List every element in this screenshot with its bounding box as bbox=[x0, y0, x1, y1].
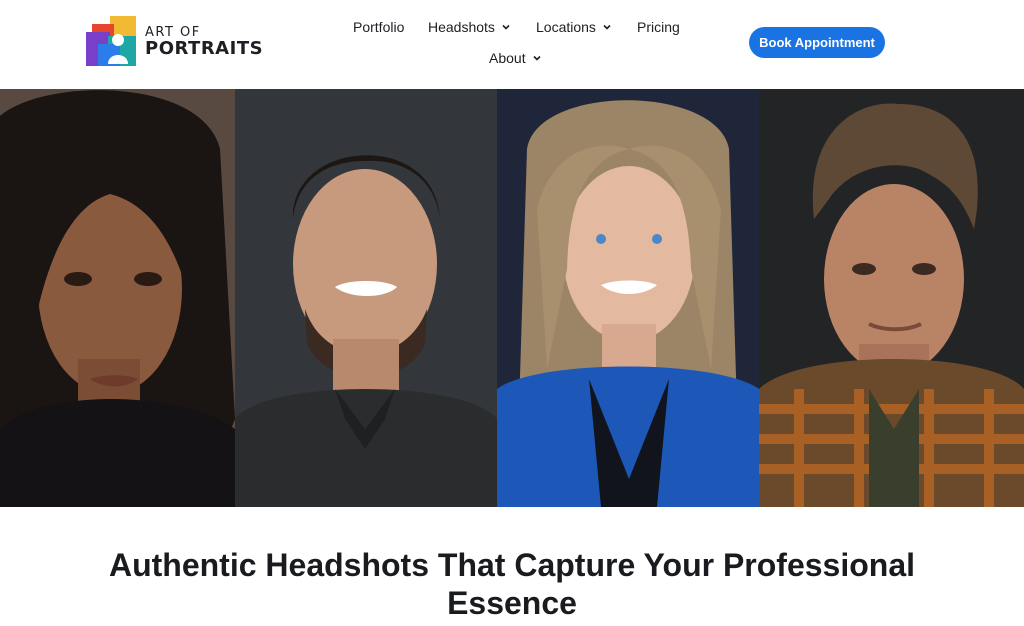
site-header: ART OF PORTRAITS Portfolio Headshots Loc… bbox=[0, 0, 1024, 88]
site-logo[interactable]: ART OF PORTRAITS bbox=[86, 16, 263, 70]
logo-wordmark: ART OF PORTRAITS bbox=[145, 26, 263, 58]
chevron-down-icon bbox=[502, 24, 510, 30]
nav-locations[interactable]: Locations bbox=[536, 19, 612, 35]
nav-pricing[interactable]: Pricing bbox=[637, 19, 680, 35]
portrait-man-plaid-shirt-image bbox=[759, 89, 1024, 507]
logo-mark-icon bbox=[86, 16, 136, 66]
book-appointment-button[interactable]: Book Appointment bbox=[749, 27, 885, 58]
nav-locations-label: Locations bbox=[536, 19, 596, 35]
chevron-down-icon bbox=[603, 24, 611, 30]
portrait-man-dark-polo-image bbox=[235, 89, 497, 507]
nav-pricing-label: Pricing bbox=[637, 19, 680, 35]
logo-line-2: PORTRAITS bbox=[145, 38, 264, 59]
nav-headshots-label: Headshots bbox=[428, 19, 495, 35]
nav-headshots[interactable]: Headshots bbox=[428, 19, 511, 35]
portrait-woman-dark-hair-icon bbox=[0, 89, 235, 507]
nav-portfolio[interactable]: Portfolio bbox=[353, 19, 404, 35]
portrait-man-dark-polo-icon bbox=[235, 89, 497, 507]
nav-about[interactable]: About bbox=[489, 50, 542, 66]
hero-portrait-strip bbox=[0, 89, 1024, 507]
chevron-down-icon bbox=[533, 55, 541, 61]
nav-about-label: About bbox=[489, 50, 526, 66]
page-headline: Authentic Headshots That Capture Your Pr… bbox=[108, 547, 916, 621]
portrait-woman-dark-hair-image bbox=[0, 89, 235, 507]
nav-portfolio-label: Portfolio bbox=[353, 19, 405, 35]
portrait-woman-blonde-blue-blazer-icon bbox=[497, 89, 759, 507]
portrait-man-plaid-shirt-icon bbox=[759, 89, 1024, 507]
portrait-woman-blonde-blue-blazer-image bbox=[497, 89, 759, 507]
main-nav: Portfolio Headshots Locations Pricing Ab… bbox=[340, 0, 700, 88]
